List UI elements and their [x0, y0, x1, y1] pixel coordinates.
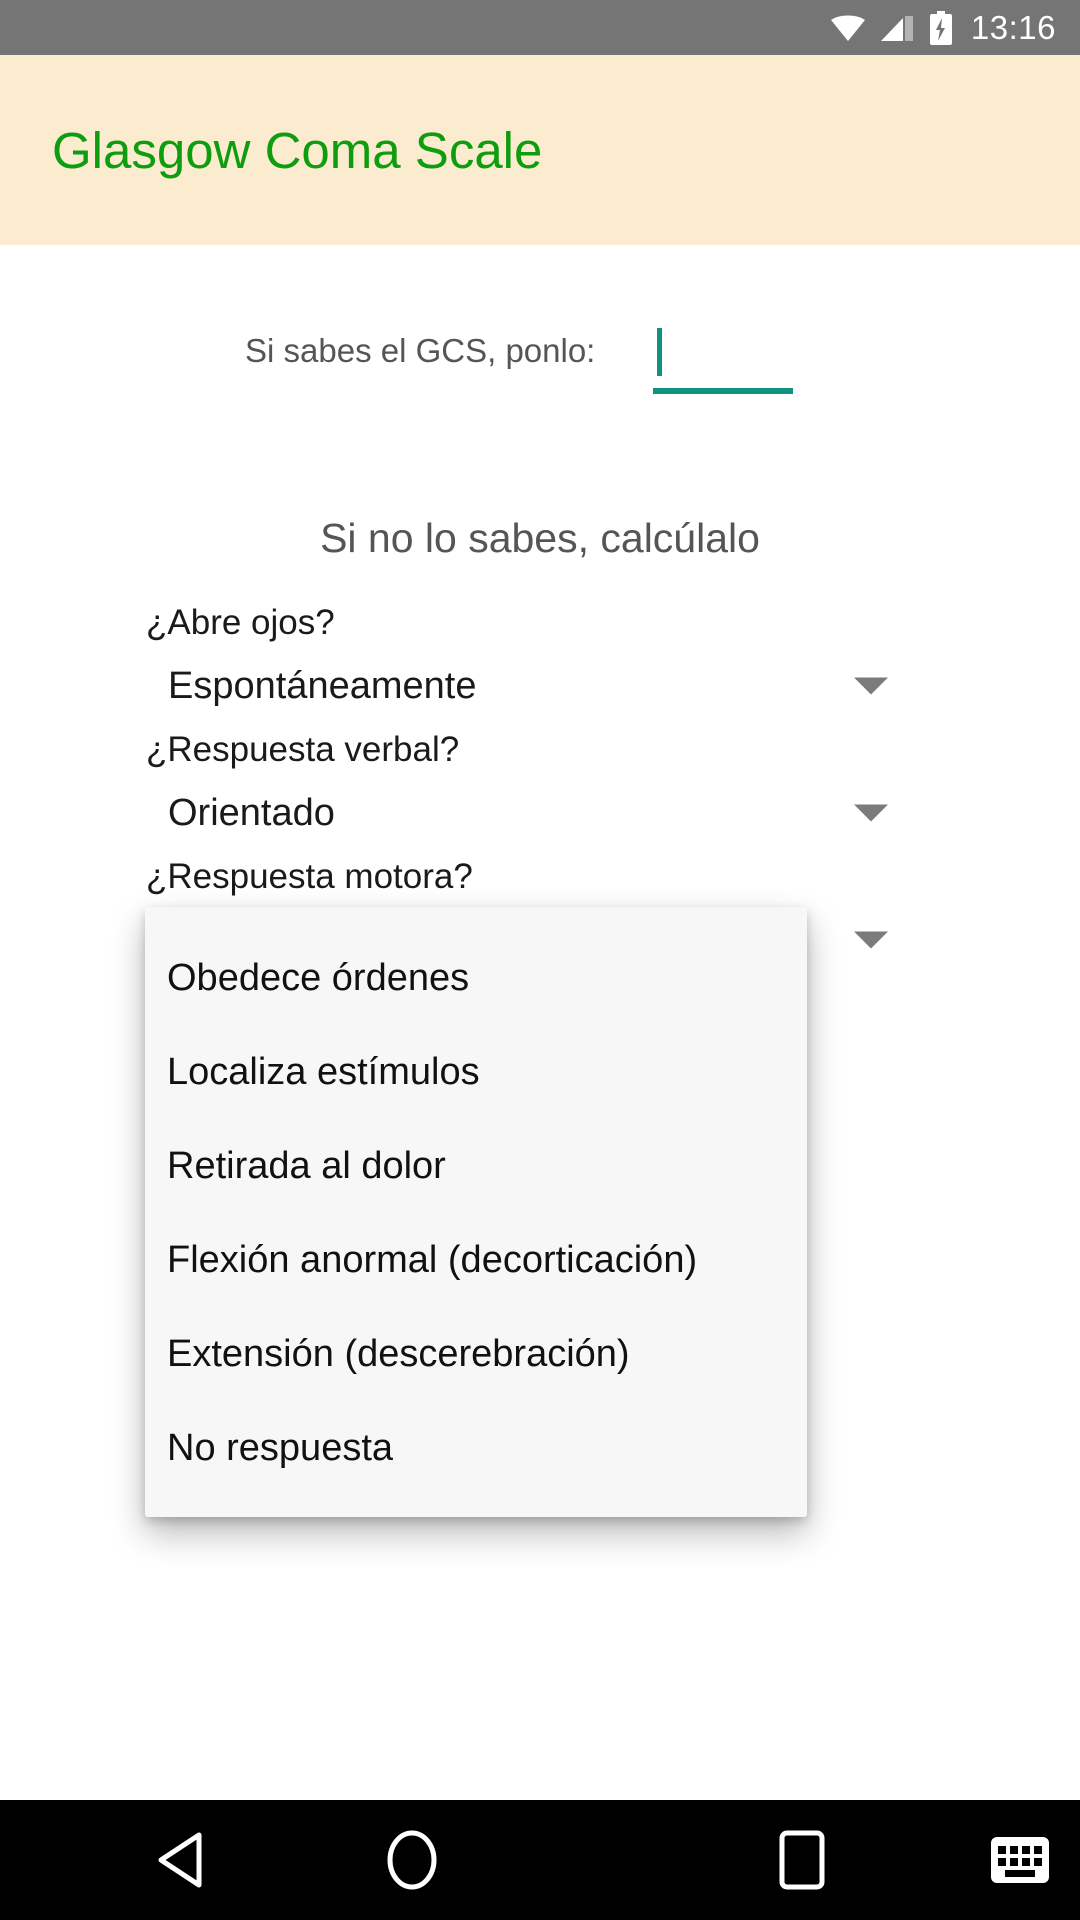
cellular-signal-icon	[880, 14, 915, 42]
spinner-eye-opening[interactable]: Espontáneamente	[0, 650, 1080, 722]
dropdown-option[interactable]: Flexión anormal (decorticación)	[145, 1213, 807, 1307]
recents-icon	[779, 1830, 825, 1890]
wifi-icon	[829, 14, 867, 42]
keyboard-icon	[991, 1837, 1049, 1883]
status-bar: 13:16	[0, 0, 1080, 55]
spinner-eye-value: Espontáneamente	[168, 664, 477, 707]
dropdown-option[interactable]: Retirada al dolor	[145, 1119, 807, 1213]
question-label-verbal: ¿Respuesta verbal?	[146, 730, 460, 769]
spinner-verbal-value: Orientado	[168, 791, 335, 834]
spinner-verbal-response[interactable]: Orientado	[0, 777, 1080, 849]
text-cursor	[657, 328, 663, 376]
keyboard-button[interactable]	[960, 1800, 1080, 1920]
home-button[interactable]	[312, 1800, 512, 1920]
input-underline	[653, 388, 794, 394]
dropdown-option[interactable]: Extensión (descerebración)	[145, 1307, 807, 1401]
recents-button[interactable]	[702, 1800, 902, 1920]
gcs-input-wrapper[interactable]	[653, 320, 794, 394]
chevron-down-icon	[854, 677, 888, 695]
calculate-heading: Si no lo sabes, calcúlalo	[320, 515, 760, 561]
dropdown-option[interactable]: No respuesta	[145, 1401, 807, 1495]
status-bar-clock: 13:16	[970, 9, 1056, 46]
chevron-down-icon	[854, 931, 888, 949]
back-button[interactable]	[110, 1800, 252, 1920]
android-navigation-bar	[0, 1800, 1080, 1920]
dropdown-option[interactable]: Localiza estímulos	[145, 1025, 807, 1119]
known-score-row: Si sabes el GCS, ponlo:	[0, 320, 1080, 394]
page-title: Glasgow Coma Scale	[52, 121, 543, 179]
phone-screen: 13:16 Glasgow Coma Scale Si sabes el GCS…	[0, 0, 1080, 1920]
dropdown-option[interactable]: Obedece órdenes	[145, 931, 807, 1025]
chevron-down-icon	[854, 804, 888, 822]
app-bar: Glasgow Coma Scale	[0, 55, 1080, 245]
gcs-score-input[interactable]	[653, 320, 794, 382]
back-icon	[158, 1832, 202, 1888]
question-label-eye: ¿Abre ojos?	[146, 603, 335, 642]
home-icon	[387, 1830, 437, 1890]
known-score-label: Si sabes el GCS, ponlo:	[245, 332, 596, 369]
battery-charging-icon	[929, 10, 953, 45]
dropdown-menu-motor-response[interactable]: Obedece órdenes Localiza estímulos Retir…	[145, 907, 807, 1517]
question-label-motor: ¿Respuesta motora?	[146, 857, 473, 896]
